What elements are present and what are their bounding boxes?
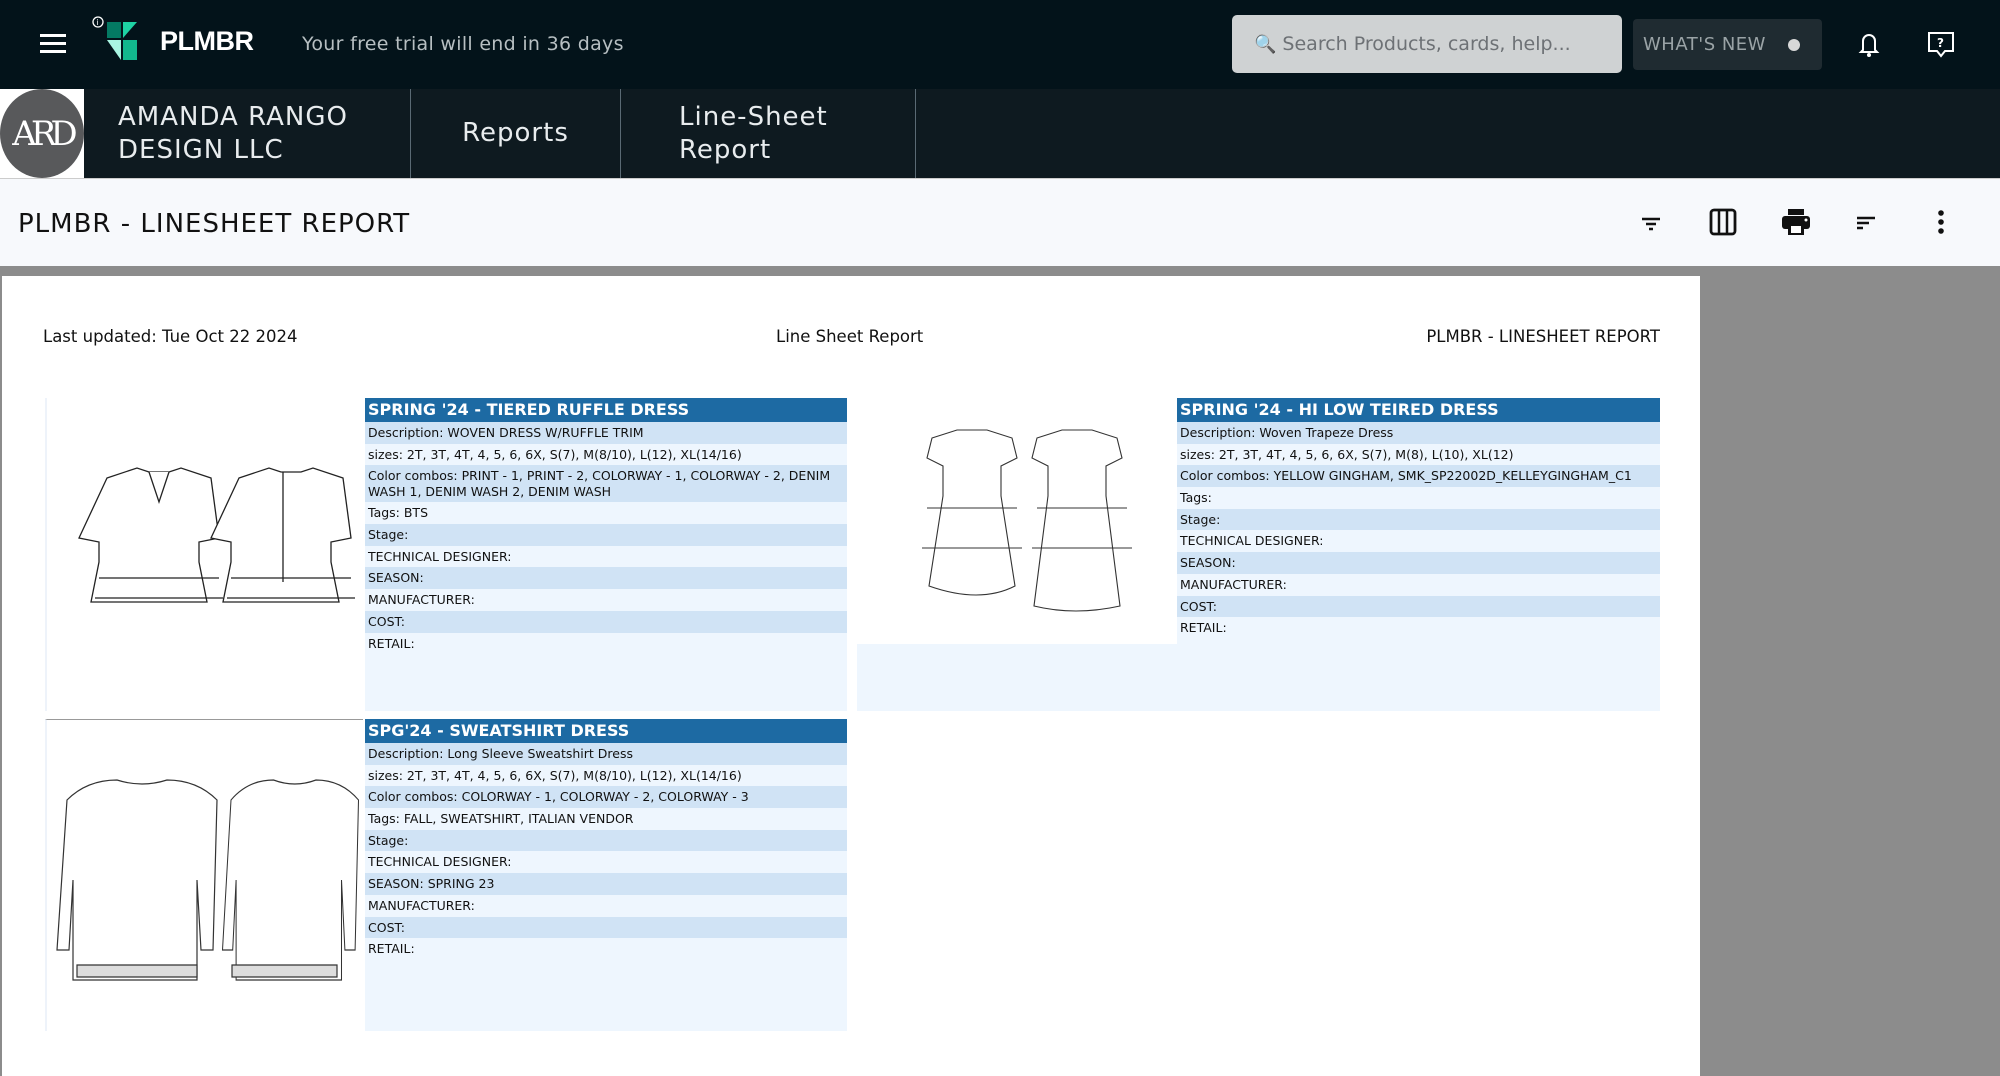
product-field: SEASON: bbox=[365, 567, 847, 590]
tiered-ruffle-dress-sketch bbox=[78, 467, 355, 603]
product-field: Description: Long Sleeve Sweatshirt Dres… bbox=[365, 743, 847, 765]
product-field: Stage: bbox=[1177, 508, 1660, 531]
product-field: Tags: FALL, SWEATSHIRT, ITALIAN VENDOR bbox=[365, 808, 847, 830]
page-header: PLMBR - LINESHEET REPORT bbox=[0, 178, 2000, 266]
page-title: PLMBR - LINESHEET REPORT bbox=[18, 209, 411, 239]
product-field: Color combos: YELLOW GINGHAM, SMK_SP2200… bbox=[1177, 465, 1660, 488]
product-title[interactable]: SPG'24 - SWEATSHIRT DRESS bbox=[365, 719, 847, 743]
product-field: Tags: bbox=[1177, 487, 1660, 509]
product-field: Tags: BTS bbox=[365, 502, 847, 525]
help-icon[interactable]: ? bbox=[1926, 30, 1956, 60]
product-details-3: SPG'24 - SWEATSHIRT DRESS Description: L… bbox=[365, 719, 847, 1031]
product-field: TECHNICAL DESIGNER: bbox=[365, 851, 847, 874]
report-page: Last updated: Tue Oct 22 2024 Line Sheet… bbox=[2, 276, 1700, 1076]
svg-text:i: i bbox=[97, 18, 99, 27]
product-field: RETAIL: bbox=[1177, 617, 1660, 639]
product-field: Color combos: PRINT - 1, PRINT - 2, COLO… bbox=[365, 465, 847, 503]
search-input[interactable]: 🔍 Search Products, cards, help... bbox=[1232, 15, 1622, 73]
product-field: SEASON: bbox=[1177, 552, 1660, 574]
product-field: Description: Woven Trapeze Dress bbox=[1177, 422, 1660, 444]
columns-icon[interactable] bbox=[1708, 207, 1738, 237]
whats-new-label: WHAT'S NEW bbox=[1643, 34, 1766, 55]
filter-icon[interactable] bbox=[1638, 207, 1664, 237]
product-field: Stage: bbox=[365, 524, 847, 546]
product-field: MANUFACTURER: bbox=[365, 589, 847, 611]
product-field: SEASON: SPRING 23 bbox=[365, 873, 847, 895]
product-field: sizes: 2T, 3T, 4T, 4, 5, 6, 6X, S(7), M(… bbox=[1177, 443, 1660, 466]
breadcrumb-reports[interactable]: Reports bbox=[411, 89, 621, 178]
product-image[interactable] bbox=[45, 719, 363, 1031]
breadcrumb-company[interactable]: AMANDA RANGO DESIGN LLC bbox=[84, 89, 411, 178]
sweatshirt-dress-sketch bbox=[56, 779, 360, 981]
search-icon: 🔍 bbox=[1254, 33, 1277, 55]
product-field: TECHNICAL DESIGNER: bbox=[1177, 530, 1660, 553]
product-field: COST: bbox=[365, 610, 847, 633]
bell-icon[interactable] bbox=[1856, 30, 1882, 58]
product-field: TECHNICAL DESIGNER: bbox=[365, 545, 847, 568]
print-icon[interactable] bbox=[1780, 207, 1812, 237]
product-title[interactable]: SPRING '24 - TIERED RUFFLE DRESS bbox=[365, 398, 847, 422]
product-field: MANUFACTURER: bbox=[1177, 573, 1660, 596]
more-vert-icon[interactable] bbox=[1928, 207, 1954, 237]
product-field: Stage: bbox=[365, 829, 847, 852]
brand-name: PLMBR bbox=[160, 26, 254, 56]
product-field: sizes: 2T, 3T, 4T, 4, 5, 6, 6X, S(7), M(… bbox=[365, 764, 847, 787]
search-placeholder: Search Products, cards, help... bbox=[1282, 33, 1571, 55]
product-details-1: SPRING '24 - TIERED RUFFLE DRESS Descrip… bbox=[365, 398, 847, 711]
svg-text:?: ? bbox=[1937, 36, 1944, 50]
report-right-title: PLMBR - LINESHEET REPORT bbox=[1426, 327, 1660, 346]
product-field: COST: bbox=[1177, 595, 1660, 618]
product-image[interactable] bbox=[857, 398, 1177, 648]
sort-icon[interactable] bbox=[1855, 207, 1881, 237]
product-field: COST: bbox=[365, 916, 847, 939]
trial-notice: Your free trial will end in 36 days bbox=[302, 33, 624, 55]
product-field: Description: WOVEN DRESS W/RUFFLE TRIM bbox=[365, 422, 847, 444]
avatar[interactable]: ARD bbox=[0, 89, 84, 178]
whats-new-button[interactable]: WHAT'S NEW bbox=[1633, 19, 1822, 70]
product-field: RETAIL: bbox=[365, 938, 847, 960]
product-title[interactable]: SPRING '24 - HI LOW TEIRED DRESS bbox=[1177, 398, 1660, 422]
product-image[interactable] bbox=[45, 398, 363, 711]
product-field: Color combos: COLORWAY - 1, COLORWAY - 2… bbox=[365, 786, 847, 809]
menu-icon[interactable] bbox=[40, 34, 66, 54]
breadcrumb: ARD AMANDA RANGO DESIGN LLC Reports Line… bbox=[0, 89, 2000, 178]
top-navbar: i PLMBR Your free trial will end in 36 d… bbox=[0, 0, 2000, 89]
breadcrumb-current[interactable]: Line-Sheet Report bbox=[621, 89, 916, 178]
last-updated: Last updated: Tue Oct 22 2024 bbox=[43, 327, 298, 346]
hi-low-dress-sketch bbox=[922, 429, 1132, 612]
product-field: MANUFACTURER: bbox=[365, 894, 847, 917]
status-dot-icon bbox=[1787, 38, 1800, 51]
product-details-2: SPRING '24 - HI LOW TEIRED DRESS Descrip… bbox=[1177, 398, 1660, 711]
avatar-initials: ARD bbox=[0, 89, 84, 178]
image-placeholder bbox=[857, 644, 1177, 711]
report-center-title: Line Sheet Report bbox=[776, 327, 924, 346]
product-field: sizes: 2T, 3T, 4T, 4, 5, 6, 6X, S(7), M(… bbox=[365, 443, 847, 466]
product-field: RETAIL: bbox=[365, 632, 847, 655]
